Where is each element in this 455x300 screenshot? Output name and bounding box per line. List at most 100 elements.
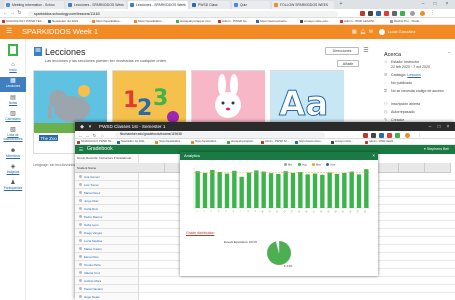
messages-icon[interactable]: ✉ [369,28,373,36]
student-row[interactable]: Ana Gómez [75,173,139,181]
student-row[interactable]: Pedro Ramos [75,213,139,221]
student-name[interactable]: Paula Navarro [84,287,103,291]
extension-icon[interactable] [371,132,376,138]
bookmark-item[interactable]: atscapebywrapper.com [176,18,211,25]
collapse-icon[interactable]: − [448,50,451,56]
student-name[interactable]: Lucía Medina [84,239,102,243]
student-row[interactable]: Luis Torres [75,181,139,189]
forward-icon[interactable]: → [10,11,15,16]
student-row[interactable]: María Pérez [75,189,139,197]
student-name[interactable]: María Pérez [84,191,100,195]
minimize-icon[interactable]: – [420,1,426,7]
maximize-icon[interactable]: □ [432,1,438,7]
user-name[interactable]: Lucia González [388,28,416,36]
student-row[interactable]: Mateo Castro [75,245,139,253]
bookmark-item[interactable]: SCHOOLOGY PWSD TEC... [2,18,44,25]
rail-item-participantes[interactable]: ♟ Participantes [0,179,26,194]
student-row[interactable]: Andrés Mora [75,277,139,285]
new-tab-icon[interactable]: + [338,1,344,7]
extension-icon[interactable] [400,11,405,16]
reload-icon[interactable]: ↻ [92,133,97,138]
student-row[interactable]: Paula Navarro [75,285,139,293]
directions-button[interactable]: Direcciones [325,47,359,55]
avatar[interactable] [379,29,385,35]
extension-icon[interactable] [363,132,368,138]
add-button[interactable]: Añadir [337,60,359,67]
student-name[interactable]: Andrés Mora [84,279,101,283]
rail-item-notas[interactable]: ▤ Notas [0,94,26,109]
student-column-header[interactable]: Student Name [75,163,139,173]
browser-menu-icon[interactable]: ⋮ [430,11,435,16]
assignment-column-header[interactable] [139,163,165,173]
browser-tab-4[interactable]: PWSD Class [190,1,230,9]
student-name[interactable]: Sofía León [84,223,99,227]
student-name[interactable]: Diego Vargas [84,231,102,235]
student-row[interactable]: Carla Ruiz [75,205,139,213]
bookmark-item[interactable]: https://sparkiddos... [92,18,122,25]
hamburger-menu-icon[interactable]: ☰ [6,28,12,35]
extension-icon[interactable] [360,11,365,16]
student-row[interactable]: Lucía Medina [75,237,139,245]
rail-item-insignias[interactable]: ◈ Insignias [0,163,26,178]
maximize-icon[interactable]: □ [436,124,442,130]
student-name[interactable]: Tomás Peña [84,263,101,267]
browser-tab-3[interactable]: Lecciones - SPARKIDDOS Week [128,1,188,9]
rail-item-lecciones[interactable]: ▦ Lecciones [0,77,26,92]
assignment-column-header[interactable] [399,163,425,173]
notifications-icon[interactable]: 🔔︎ [360,28,366,36]
catalog-link[interactable]: Lessons [407,73,420,77]
student-name[interactable]: Ana Gómez [84,175,100,179]
gradebook-filters[interactable]: Group Records: Instructors ▾ Gradebook: … [77,155,137,167]
bookmark-item[interactable]: Rachel Pro - Stude... [390,18,422,25]
reload-icon[interactable]: ↻ [17,11,22,16]
app-menu-icon[interactable]: ◆ [79,124,85,130]
browser-tab-6[interactable]: FOLLOW SPARKIDDOS WEEK [272,1,334,9]
bookmark-item[interactable]: ensayo.cubie.edu... [300,18,330,25]
student-row[interactable]: Elena Ríos [75,253,139,261]
browser-menu-icon[interactable]: ⋮ [417,133,422,138]
close-icon[interactable]: × [444,1,450,7]
browser-tab-1[interactable]: Meeting Information - Schoo [4,1,64,9]
account-menu[interactable]: ▾ Stephens Bell [424,145,449,154]
address-input[interactable]: sparkiddos.schoology.com/lessons/11160 [28,10,338,17]
user-avatar[interactable] [420,11,425,16]
extension-icon[interactable] [387,132,392,138]
extension-icon[interactable] [395,132,400,138]
view-toggle-icon[interactable]: ☰ [362,47,370,55]
student-name[interactable]: Hugo Rojas [84,295,100,299]
minimize-icon[interactable]: – [427,124,433,130]
browser-tab-2[interactable]: Lecciones - SPARKIDDOS Week [66,1,126,9]
extension-icon[interactable] [368,11,373,16]
student-row[interactable]: Valeria Cruz [75,269,139,277]
back-icon[interactable]: ← [78,133,83,138]
student-row[interactable]: Tomás Peña [75,261,139,269]
lesson-card-title[interactable]: The Zoo [39,135,59,141]
student-row[interactable]: Jorge Díaz [75,197,139,205]
extension-icon[interactable] [384,11,389,16]
student-row[interactable]: Hugo Rojas [75,293,139,300]
back-icon[interactable]: ← [3,11,8,16]
apps-icon[interactable]: ▦ [352,28,357,36]
rail-item-miembros[interactable]: ☻ Miembros [0,147,26,162]
assignment-column-header[interactable] [425,163,451,173]
student-row[interactable]: Diego Vargas [75,229,139,237]
home-icon[interactable]: ⌂ [100,133,105,138]
extension-icon[interactable] [376,11,381,16]
student-row[interactable]: Sofía León [75,221,139,229]
student-name[interactable]: Pedro Ramos [84,215,102,219]
profile-avatar-icon[interactable] [410,11,415,16]
bookmark-item[interactable]: Newsletter Jul 2021 [48,18,78,25]
close-icon[interactable]: × [445,124,451,130]
student-name[interactable]: Luis Torres [84,183,99,187]
browser-tab-5[interactable]: Quiz [232,1,270,9]
student-name[interactable]: Mateo Castro [84,247,102,251]
bookmark-item[interactable]: https://sparkiddos... [134,18,164,25]
pin-icon[interactable]: ▾ [87,124,93,130]
student-name[interactable]: Carla Ruiz [84,207,98,211]
bookmark-item[interactable]: Admin - PWSD Sc... [218,18,249,25]
bookmark-item[interactable]: Admin - WSD LEARNI... [340,18,376,25]
student-name[interactable]: Elena Ríos [84,255,99,259]
rail-item-calificaciones[interactable]: ▧ Lista de calificaciones [0,126,26,145]
grade-distribution-link[interactable]: Grade distribution [186,231,214,235]
hamburger-menu-icon[interactable]: ☰ [78,147,84,153]
